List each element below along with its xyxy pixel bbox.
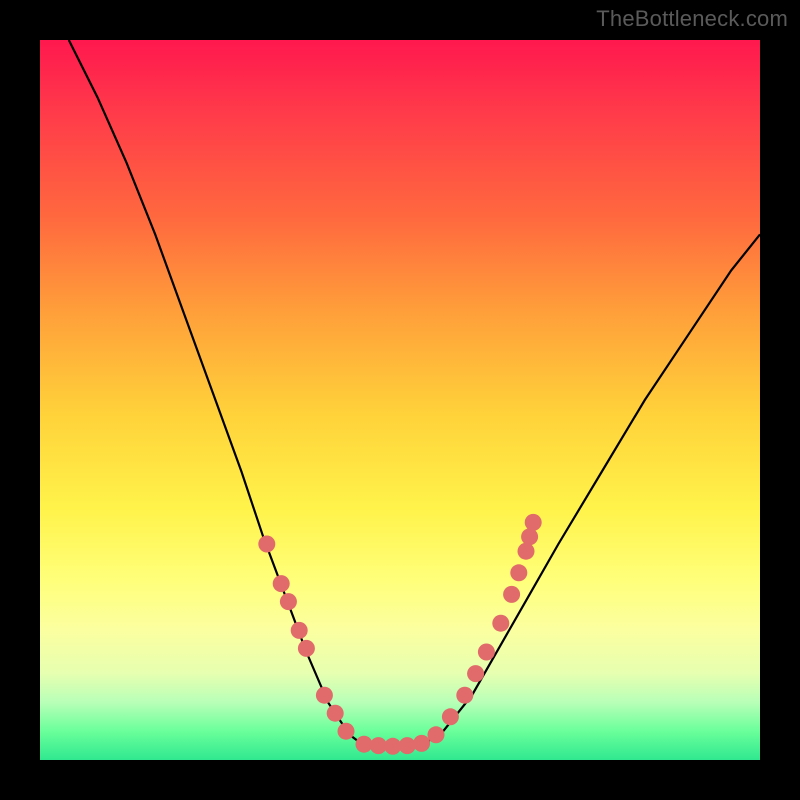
data-marker bbox=[467, 665, 484, 682]
data-marker bbox=[492, 615, 509, 632]
data-marker bbox=[525, 514, 542, 531]
chart-frame bbox=[40, 40, 760, 760]
data-marker bbox=[503, 586, 520, 603]
data-marker bbox=[518, 543, 535, 560]
data-marker bbox=[273, 575, 290, 592]
data-marker bbox=[291, 622, 308, 639]
data-marker bbox=[280, 593, 297, 610]
data-marker bbox=[399, 737, 416, 754]
data-marker bbox=[521, 528, 538, 545]
data-marker bbox=[428, 726, 445, 743]
data-markers bbox=[258, 514, 541, 755]
attribution-text: TheBottleneck.com bbox=[596, 6, 788, 32]
data-marker bbox=[442, 708, 459, 725]
data-marker bbox=[327, 705, 344, 722]
data-marker bbox=[510, 564, 527, 581]
data-marker bbox=[298, 640, 315, 657]
data-marker bbox=[338, 723, 355, 740]
data-marker bbox=[478, 644, 495, 661]
v-curve bbox=[69, 40, 760, 747]
data-marker bbox=[258, 536, 275, 553]
data-marker bbox=[356, 736, 373, 753]
bottleneck-curve-chart bbox=[40, 40, 760, 760]
data-marker bbox=[456, 687, 473, 704]
data-marker bbox=[316, 687, 333, 704]
data-marker bbox=[413, 735, 430, 752]
